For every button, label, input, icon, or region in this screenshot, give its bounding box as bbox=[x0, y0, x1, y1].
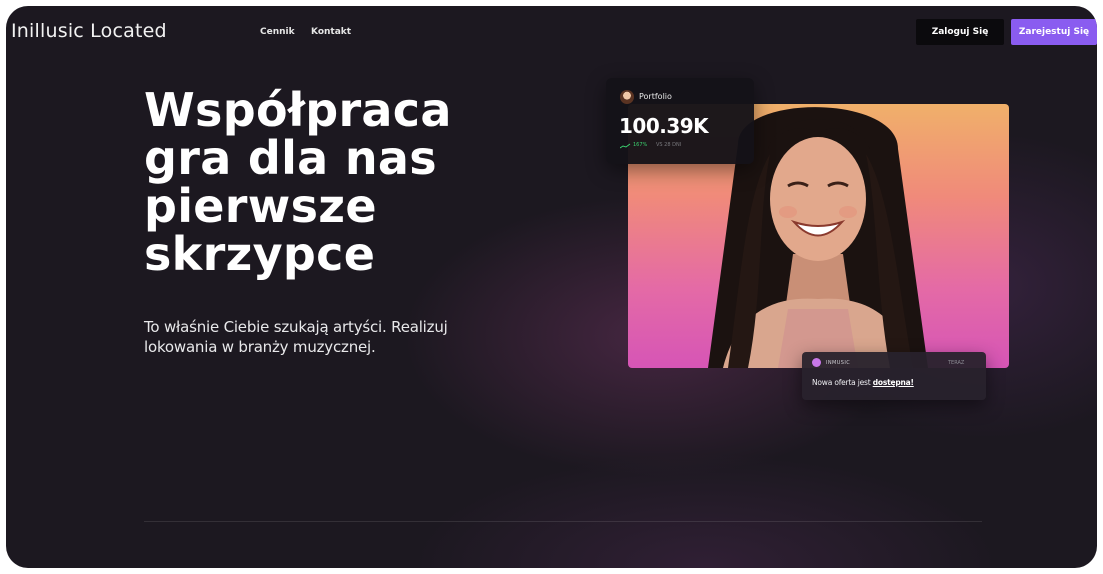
portfolio-change: 167% bbox=[633, 142, 648, 148]
hero-title-line: skrzypce bbox=[144, 227, 376, 281]
hero-title-line: Współpraca bbox=[144, 83, 452, 137]
login-button[interactable]: Zaloguj Się bbox=[916, 19, 1004, 45]
page-frame: Inillusic Located Cennik Kontakt Zaloguj… bbox=[6, 6, 1097, 568]
hero-title-line: gra dla nas bbox=[144, 131, 437, 185]
app-icon bbox=[812, 358, 821, 367]
site-logo[interactable]: Inillusic Located bbox=[11, 20, 167, 42]
nav-link-kontakt[interactable]: Kontakt bbox=[311, 27, 351, 37]
avatar bbox=[620, 90, 634, 104]
notification-link[interactable]: dostępna! bbox=[873, 378, 914, 387]
hero-title-line: pierwsze bbox=[144, 179, 377, 233]
hero-title: Współpraca gra dla nas pierwsze skrzypce bbox=[144, 86, 464, 278]
section-divider bbox=[144, 521, 982, 522]
notification-text-prefix: Nowa oferta jest bbox=[812, 378, 873, 387]
notification-brand: INMUSIC bbox=[826, 360, 851, 366]
hero-subtitle: To właśnie Ciebie szukają artyści. Reali… bbox=[144, 317, 474, 357]
portfolio-stat-card: Portfolio 100.39K 167% VS 28 DNI bbox=[606, 78, 754, 164]
trend-up-icon bbox=[620, 143, 631, 149]
notification-time: TERAZ bbox=[948, 360, 965, 366]
portfolio-comparison: VS 28 DNI bbox=[656, 142, 682, 148]
portfolio-value: 100.39K bbox=[619, 114, 709, 138]
register-button[interactable]: Zarejestuj Się bbox=[1011, 19, 1097, 45]
hero-subtitle-line: To właśnie Ciebie szukają artyści. Reali… bbox=[144, 318, 448, 336]
hero-subtitle-line: lokowania w branży muzycznej. bbox=[144, 338, 376, 356]
portfolio-label: Portfolio bbox=[639, 92, 672, 101]
notification-card[interactable]: INMUSIC TERAZ Nowa oferta jest dostępna! bbox=[802, 352, 986, 400]
notification-text: Nowa oferta jest dostępna! bbox=[812, 378, 914, 387]
nav-link-cennik[interactable]: Cennik bbox=[260, 27, 295, 37]
